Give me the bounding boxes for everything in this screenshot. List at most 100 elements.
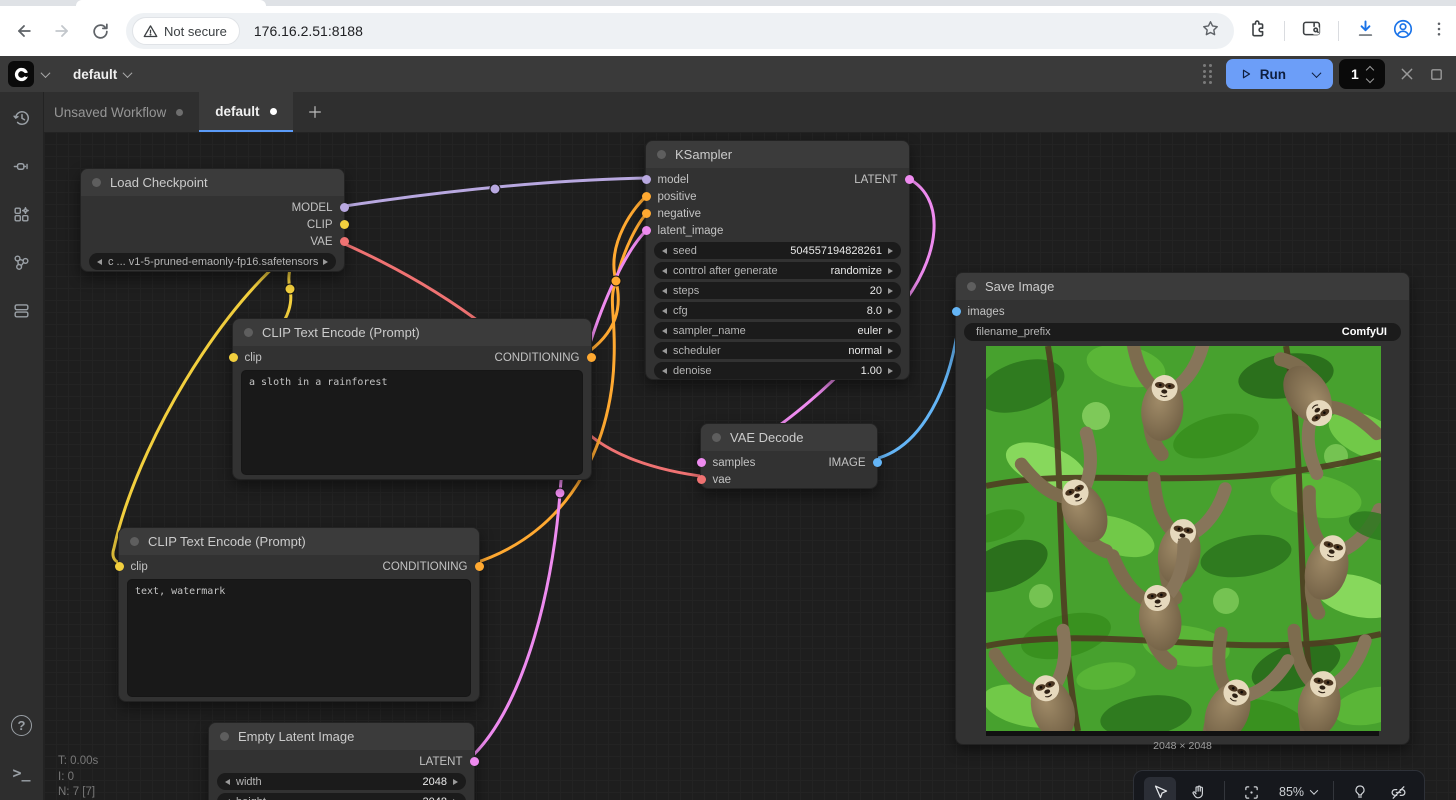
input-dot-samples[interactable] xyxy=(697,458,706,467)
stepper-arrows[interactable] xyxy=(1367,67,1373,82)
stepper-left-icon[interactable] xyxy=(662,348,667,354)
stepper-left-icon[interactable] xyxy=(662,368,667,374)
run-options-chevron[interactable] xyxy=(1300,59,1333,89)
widget-seed[interactable]: seed504557194828261 xyxy=(654,242,901,259)
input-dot-clip[interactable] xyxy=(115,562,124,571)
workflow-selector[interactable]: default xyxy=(73,67,131,82)
forward-icon[interactable] xyxy=(50,19,74,43)
step-down-icon[interactable] xyxy=(1366,74,1374,82)
stepper-right-icon[interactable] xyxy=(888,248,893,254)
address-bar[interactable]: Not secure 176.16.2.51:8188 xyxy=(126,13,1234,49)
node-empty-latent-image[interactable]: Empty Latent Image LATENT width2048 heig… xyxy=(208,722,475,800)
run-button-main[interactable]: Run xyxy=(1226,67,1300,82)
widget-scheduler[interactable]: schedulernormal xyxy=(654,342,901,359)
batch-count-value[interactable]: 1 xyxy=(1351,66,1359,82)
stepper-left-icon[interactable] xyxy=(662,308,667,314)
toggle-links-button[interactable] xyxy=(1382,777,1414,800)
collapse-dot[interactable] xyxy=(220,732,229,741)
node-clip-text-encode-positive[interactable]: CLIP Text Encode (Prompt) clip CONDITION… xyxy=(232,318,592,480)
input-dot-positive[interactable] xyxy=(642,192,651,201)
profile-icon[interactable] xyxy=(1392,18,1414,45)
queue-history-icon[interactable] xyxy=(11,107,33,129)
stepper-right-icon[interactable] xyxy=(888,288,893,294)
node-load-checkpoint[interactable]: Load Checkpoint MODEL CLIP VAE xyxy=(80,168,345,272)
output-dot-conditioning[interactable] xyxy=(587,353,596,362)
node-title-bar[interactable]: KSampler xyxy=(646,141,909,168)
node-library-icon[interactable] xyxy=(11,155,33,177)
node-title-bar[interactable]: Save Image xyxy=(956,273,1409,300)
output-dot-model[interactable] xyxy=(340,203,349,212)
output-dot-latent[interactable] xyxy=(905,175,914,184)
widget-cfg[interactable]: cfg8.0 xyxy=(654,302,901,319)
collapse-dot[interactable] xyxy=(92,178,101,187)
collapse-dot[interactable] xyxy=(244,328,253,337)
stepper-right-icon[interactable] xyxy=(888,308,893,314)
widget-sampler-name[interactable]: sampler_nameeuler xyxy=(654,322,901,339)
logo-chevron-icon[interactable] xyxy=(41,68,51,78)
side-panel-icon[interactable] xyxy=(1301,18,1322,44)
collapse-dot[interactable] xyxy=(712,433,721,442)
stepper-right-icon[interactable] xyxy=(453,779,458,785)
stepper-right-icon[interactable] xyxy=(888,368,893,374)
menu-kebab-icon[interactable] xyxy=(1430,20,1448,43)
stepper-left-icon[interactable] xyxy=(662,288,667,294)
output-dot-latent[interactable] xyxy=(470,757,479,766)
close-icon[interactable] xyxy=(1399,66,1415,82)
input-dot-model[interactable] xyxy=(642,175,651,184)
model-library-icon[interactable] xyxy=(11,203,33,225)
download-icon[interactable] xyxy=(1355,18,1376,44)
node-title-bar[interactable]: VAE Decode xyxy=(701,424,877,451)
node-ksampler[interactable]: KSampler model LATENT positive negative … xyxy=(645,140,910,380)
help-icon[interactable]: ? xyxy=(11,715,32,736)
stepper-left-icon[interactable] xyxy=(662,328,667,334)
terminal-icon[interactable]: >_ xyxy=(11,762,33,784)
node-vae-decode[interactable]: VAE Decode samples IMAGE vae xyxy=(700,423,878,489)
collapse-dot[interactable] xyxy=(130,537,139,546)
templates-icon[interactable] xyxy=(11,299,33,321)
node-title-bar[interactable]: CLIP Text Encode (Prompt) xyxy=(119,528,479,555)
stepper-right-icon[interactable] xyxy=(888,348,893,354)
input-dot-clip[interactable] xyxy=(229,353,238,362)
stepper-left-icon[interactable] xyxy=(662,268,667,274)
reload-icon[interactable] xyxy=(88,19,112,43)
stepper-right-icon[interactable] xyxy=(888,268,893,274)
output-dot-clip[interactable] xyxy=(340,220,349,229)
prompt-textarea[interactable]: text, watermark xyxy=(127,579,471,697)
stepper-left-icon[interactable] xyxy=(97,259,102,265)
security-chip[interactable]: Not secure xyxy=(132,17,240,45)
output-dot-conditioning[interactable] xyxy=(475,562,484,571)
url-text[interactable]: 176.16.2.51:8188 xyxy=(254,23,1201,39)
node-title-bar[interactable]: CLIP Text Encode (Prompt) xyxy=(233,319,591,346)
node-save-image[interactable]: Save Image images filename_prefix ComfyU… xyxy=(955,272,1410,745)
widget-steps[interactable]: steps20 xyxy=(654,282,901,299)
pan-tool-button[interactable] xyxy=(1182,777,1214,800)
stepper-left-icon[interactable] xyxy=(225,779,230,785)
batch-count-stepper[interactable]: 1 xyxy=(1339,59,1385,89)
widget-filename-prefix[interactable]: filename_prefix ComfyUI xyxy=(964,323,1401,341)
node-title-bar[interactable]: Load Checkpoint xyxy=(81,169,344,196)
tab-unsaved-workflow[interactable]: Unsaved Workflow xyxy=(44,92,199,132)
back-icon[interactable] xyxy=(12,19,36,43)
maximize-icon[interactable] xyxy=(1429,67,1444,82)
extensions-icon[interactable] xyxy=(1248,19,1268,44)
widget-ckpt-name[interactable]: c ... v1-5-pruned-emaonly-fp16.safetenso… xyxy=(89,253,336,270)
widget-denoise[interactable]: denoise1.00 xyxy=(654,362,901,379)
fit-view-button[interactable] xyxy=(1235,777,1267,800)
select-tool-button[interactable] xyxy=(1144,777,1176,800)
minimap-button[interactable] xyxy=(1344,777,1376,800)
zoom-level[interactable]: 85% xyxy=(1279,785,1304,799)
tab-default[interactable]: default xyxy=(199,92,292,132)
zoom-control[interactable]: 85% xyxy=(1273,785,1323,799)
stepper-right-icon[interactable] xyxy=(323,259,328,265)
widget-control-after-generate[interactable]: control after generaterandomize xyxy=(654,262,901,279)
widget-width[interactable]: width2048 xyxy=(217,773,466,790)
bookmark-star-icon[interactable] xyxy=(1201,19,1220,43)
node-clip-text-encode-negative[interactable]: CLIP Text Encode (Prompt) clip CONDITION… xyxy=(118,527,480,702)
new-tab-button[interactable] xyxy=(293,92,337,132)
graph-canvas[interactable]: Load Checkpoint MODEL CLIP VAE xyxy=(44,132,1456,800)
output-dot-vae[interactable] xyxy=(340,237,349,246)
stepper-left-icon[interactable] xyxy=(662,248,667,254)
prompt-textarea[interactable]: a sloth in a rainforest xyxy=(241,370,583,475)
step-up-icon[interactable] xyxy=(1366,65,1374,73)
stepper-right-icon[interactable] xyxy=(888,328,893,334)
